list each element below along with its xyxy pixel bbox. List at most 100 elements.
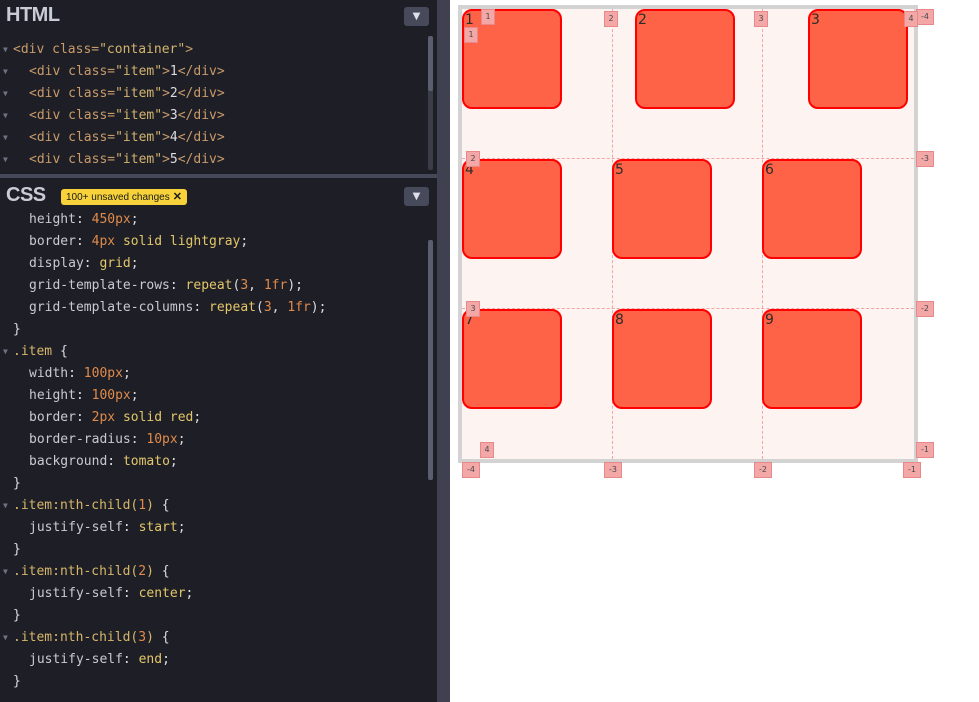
css-scrollbar-thumb[interactable] [428, 240, 433, 480]
css-property: height [29, 212, 76, 227]
css-semicolon: ; [318, 300, 327, 315]
html-tag-open: <div class= [29, 64, 116, 79]
grid-item-label: 2 [638, 12, 647, 28]
css-semicolon: ; [295, 278, 303, 293]
html-tag-close: > [162, 64, 170, 79]
css-property: border-radius [29, 432, 131, 447]
grid-item[interactable]: 5 [612, 159, 712, 259]
grid-item[interactable]: 7 [462, 309, 562, 409]
fold-arrow-icon[interactable]: ▼ [3, 149, 8, 171]
code-editor: HTML ▼ ▼ <div class="container"> ▼ <div cla… [0, 0, 437, 702]
css-colon: : [122, 652, 139, 667]
code-line: ▼ .item:nth-child(2) { [3, 561, 170, 583]
grid-column-number-label: 2 [604, 11, 618, 27]
css-semicolon: ; [177, 432, 186, 447]
fold-arrow-icon[interactable]: ▼ [3, 561, 8, 583]
css-selector: .item:nth-child(3) [13, 630, 154, 645]
code-line: background: tomato; [29, 451, 178, 473]
css-colon: : [169, 278, 186, 293]
chevron-down-icon[interactable]: ▼ [404, 7, 429, 26]
fold-arrow-icon[interactable]: ▼ [3, 627, 8, 649]
html-code-area[interactable]: ▼ <div class="container"> ▼ <div class="ite… [0, 39, 430, 171]
code-line: display: grid; [29, 253, 139, 275]
css-pane-title: CSS [6, 184, 46, 206]
html-text: 1 [169, 64, 178, 79]
pane-separator[interactable] [0, 174, 437, 178]
css-semicolon: ; [240, 234, 249, 249]
css-value: center [138, 586, 186, 601]
unsaved-changes-badge[interactable]: 100+ unsaved changes ✕ [61, 189, 187, 205]
html-attr-value: "item" [115, 152, 163, 167]
html-tag-open: <div class= [29, 130, 116, 145]
close-icon[interactable]: ✕ [173, 191, 182, 203]
html-text: 5 [169, 152, 178, 167]
fold-arrow-icon[interactable]: ▼ [3, 83, 8, 105]
grid-row-negative-label: -3 [916, 151, 934, 167]
css-selector: .item [13, 344, 53, 359]
code-line: ▼ .item:nth-child(1) { [3, 495, 170, 517]
grid-item[interactable]: 1 [462, 9, 562, 109]
css-property: display [29, 256, 84, 271]
code-line: ▼ <div class="item">5</div> [3, 149, 225, 171]
code-line: ▼ <div class="item">3</div> [3, 105, 225, 127]
css-colon: : [83, 256, 100, 271]
css-value: grid [99, 256, 131, 271]
css-property: justify-self [29, 586, 123, 601]
css-property: height [29, 388, 76, 403]
css-value: repeat(3, 1fr) [209, 300, 319, 315]
css-semicolon: ; [193, 410, 202, 425]
panel-resize-handle[interactable] [437, 0, 450, 702]
grid-row-number-label: 3 [466, 301, 480, 317]
css-value: end [138, 652, 163, 667]
grid-item[interactable]: 8 [612, 309, 712, 409]
code-line: height: 450px; [29, 209, 139, 231]
html-scrollbar-thumb[interactable] [428, 36, 433, 91]
html-scrollbar[interactable] [428, 36, 433, 170]
grid-item[interactable]: 4 [462, 159, 562, 259]
html-end-tag: </div> [177, 130, 225, 145]
html-tag-close: > [185, 42, 194, 57]
fold-arrow-icon[interactable]: ▼ [3, 341, 8, 363]
css-colon: : [75, 410, 92, 425]
css-value: repeat(3, 1fr) [185, 278, 296, 293]
grid-item[interactable]: 2 [635, 9, 735, 109]
fold-arrow-icon[interactable]: ▼ [3, 127, 8, 149]
fold-arrow-icon[interactable]: ▼ [3, 105, 8, 127]
grid-row-number-label: 1 [464, 27, 478, 43]
unsaved-changes-label: 100+ unsaved changes [66, 192, 170, 203]
chevron-down-icon[interactable]: ▼ [404, 187, 429, 206]
css-semicolon: ; [185, 586, 194, 601]
code-line: border: 2px solid red; [29, 407, 201, 429]
fold-arrow-icon[interactable]: ▼ [3, 61, 8, 83]
css-semicolon: ; [162, 652, 170, 667]
fold-arrow-icon[interactable]: ▼ [3, 495, 8, 517]
grid-item[interactable]: 6 [762, 159, 862, 259]
grid-column-number-label: 1 [481, 9, 495, 25]
code-line: } [13, 605, 21, 627]
selector-text: ) [146, 564, 154, 579]
css-colon: : [122, 520, 139, 535]
html-tag-open: <div class= [13, 42, 100, 57]
code-line: grid-template-rows: repeat(3, 1fr); [29, 275, 303, 297]
grid-column-negative-label: -1 [903, 462, 921, 478]
grid-item[interactable]: 9 [762, 309, 862, 409]
code-line: border: 4px solid lightgray; [29, 231, 248, 253]
css-property: justify-self [29, 520, 123, 535]
fold-arrow-icon[interactable]: ▼ [3, 39, 8, 61]
css-scrollbar[interactable] [428, 240, 433, 480]
code-line: width: 100px; [29, 363, 131, 385]
grid-column-number-label: 3 [754, 11, 768, 27]
grid-row-number-label: 2 [466, 151, 480, 167]
css-code-area[interactable]: height: 450px; border: 4px solid lightgra… [0, 209, 430, 699]
css-brace-open: { [52, 344, 68, 359]
css-value: tomato [122, 454, 170, 469]
html-tag-close: > [162, 130, 170, 145]
css-colon: : [130, 432, 147, 447]
grid-column-negative-label: -2 [754, 462, 772, 478]
grid-item[interactable]: 3 [808, 9, 908, 109]
code-line: border-radius: 10px; [29, 429, 186, 451]
grid-item-label: 8 [615, 312, 624, 328]
grid-column-number-label: 4 [904, 11, 918, 27]
css-brace-close: } [13, 674, 21, 689]
html-text: 4 [169, 130, 178, 145]
